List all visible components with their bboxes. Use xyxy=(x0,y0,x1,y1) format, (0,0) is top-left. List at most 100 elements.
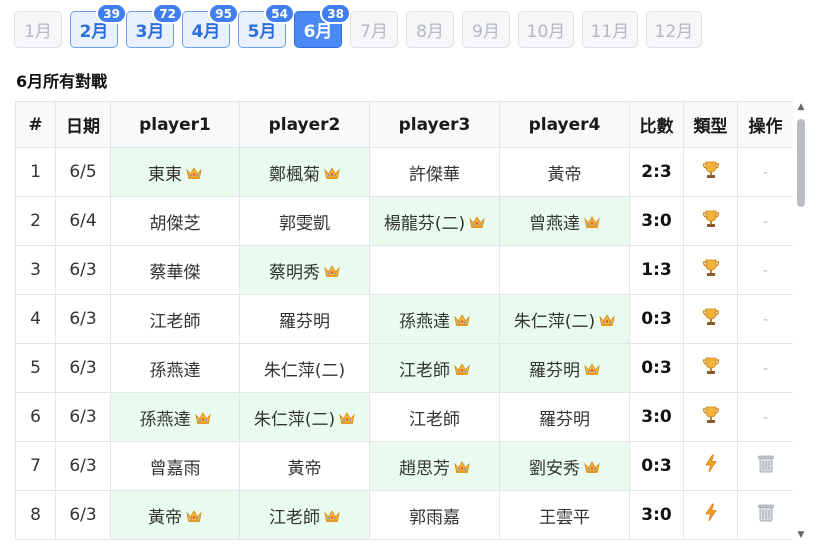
player-cell: 江老師 xyxy=(369,343,500,393)
player-cell: 東東 xyxy=(110,147,240,197)
crown-icon xyxy=(339,410,355,430)
month-tabs: 1月 2月 39 3月 72 4月 95 5月 54 6月 38 7月 8月 9月 10月 11月 12月 xyxy=(14,3,710,48)
player-cell: 郭雨嘉 xyxy=(369,490,500,540)
player-name: 胡傑芝 xyxy=(149,213,201,234)
month-count-badge: 54 xyxy=(264,3,295,24)
header-number: # xyxy=(15,101,56,148)
crown-icon xyxy=(584,214,600,234)
header-date: 日期 xyxy=(55,101,111,148)
month-tab-11: 11月 xyxy=(582,11,638,48)
match-date: 6/3 xyxy=(55,490,111,540)
month-tab-label: 10月 xyxy=(526,22,566,42)
table-row: 1 6/5 東東 鄭楓菊 許傑華 黃帝 2:3 - xyxy=(15,147,793,197)
match-type-cell xyxy=(683,196,738,246)
no-action-dash: - xyxy=(762,165,769,181)
trophy-icon xyxy=(702,259,720,282)
header-type: 類型 xyxy=(683,101,738,148)
matches-table-container: # 日期 player1 player2 player3 player4 比數 … xyxy=(15,101,793,557)
match-score: 0:3 xyxy=(629,294,684,344)
player-name: 朱仁萍(二) xyxy=(263,360,346,381)
scrollbar-thumb[interactable] xyxy=(797,119,805,207)
scroll-down-arrow-icon[interactable]: ▼ xyxy=(795,529,807,541)
action-cell xyxy=(737,441,793,491)
match-type-cell xyxy=(683,147,738,197)
month-count-badge: 95 xyxy=(208,3,239,24)
crown-icon xyxy=(324,165,340,185)
player-name: 曾嘉雨 xyxy=(149,458,201,479)
crown-icon xyxy=(186,508,202,528)
month-tab-label: 11月 xyxy=(590,22,630,42)
month-tab-10: 10月 xyxy=(518,11,574,48)
action-cell: - xyxy=(737,245,793,295)
action-cell xyxy=(737,490,793,540)
match-date: 6/5 xyxy=(55,147,111,197)
month-tab-label: 12月 xyxy=(654,22,694,42)
match-score: 2:3 xyxy=(629,147,684,197)
player-name: 蔡華傑 xyxy=(149,262,201,283)
scroll-up-arrow-icon[interactable]: ▲ xyxy=(795,101,807,113)
match-type-cell xyxy=(683,490,738,540)
player-cell: 羅芬明 xyxy=(499,343,630,393)
no-action-dash: - xyxy=(762,410,769,426)
player-name: 趙思芳 xyxy=(399,458,450,479)
player-cell: 黃帝 xyxy=(239,441,370,491)
month-tab-label: 7月 xyxy=(360,22,388,42)
match-score: 3:0 xyxy=(629,392,684,442)
month-tab-7: 7月 xyxy=(350,11,398,48)
month-tab-12: 12月 xyxy=(646,11,702,48)
player-name: 郭雨嘉 xyxy=(409,507,460,528)
player-name: 江老師 xyxy=(149,311,201,332)
header-player4: player4 xyxy=(499,101,630,148)
month-tab-3[interactable]: 3月 72 xyxy=(126,3,183,48)
month-count-badge: 72 xyxy=(152,3,183,24)
month-tab-6[interactable]: 6月 38 xyxy=(294,3,351,48)
no-action-dash: - xyxy=(762,214,769,230)
header-score: 比數 xyxy=(629,101,684,148)
table-row: 2 6/4 胡傑芝 郭雯凱 楊龍芬(二) 曾燕達 3:0 - xyxy=(15,196,793,246)
action-cell: - xyxy=(737,392,793,442)
player-cell: 蔡明秀 xyxy=(239,245,370,295)
player-name: 江老師 xyxy=(399,360,450,381)
month-tab-8: 8月 xyxy=(406,11,454,48)
action-cell: - xyxy=(737,343,793,393)
month-tab-label: 9月 xyxy=(472,22,500,42)
match-date: 6/3 xyxy=(55,343,111,393)
match-type-cell xyxy=(683,294,738,344)
month-count-badge: 39 xyxy=(96,3,127,24)
action-cell: - xyxy=(737,196,793,246)
player-cell: 郭雯凱 xyxy=(239,196,370,246)
month-tab-4[interactable]: 4月 95 xyxy=(182,3,239,48)
crown-icon xyxy=(324,263,340,283)
player-cell: 江老師 xyxy=(369,392,500,442)
player-cell: 孫燕達 xyxy=(369,294,500,344)
header-action: 操作 xyxy=(737,101,793,148)
month-tab-1: 1月 xyxy=(14,11,62,48)
trophy-icon xyxy=(702,357,720,380)
lightning-icon xyxy=(704,503,718,527)
player-name: 黃帝 xyxy=(287,458,322,479)
month-tab-label: 1月 xyxy=(24,22,52,42)
match-date: 6/3 xyxy=(55,441,111,491)
crown-icon xyxy=(454,312,470,332)
trash-icon[interactable] xyxy=(757,504,775,527)
section-title: 6月所有對戰 xyxy=(16,72,108,91)
player-name: 蔡明秀 xyxy=(269,262,320,283)
vertical-scrollbar[interactable]: ▲ ▼ xyxy=(795,101,807,541)
match-type-cell xyxy=(683,441,738,491)
table-row: 4 6/3 江老師 羅芬明 孫燕達 朱仁萍(二) 0:3 - xyxy=(15,294,793,344)
player-name: 孫燕達 xyxy=(149,360,201,381)
crown-icon xyxy=(454,361,470,381)
trash-icon[interactable] xyxy=(757,455,775,478)
month-tab-label: 8月 xyxy=(416,22,444,42)
player-cell: 江老師 xyxy=(239,490,370,540)
player-name: 鄭楓菊 xyxy=(269,164,320,185)
month-tab-2[interactable]: 2月 39 xyxy=(70,3,127,48)
month-tab-5[interactable]: 5月 54 xyxy=(238,3,295,48)
player-name: 羅芬明 xyxy=(529,360,580,381)
table-row: 6 6/3 孫燕達 朱仁萍(二) 江老師 羅芬明 3:0 - xyxy=(15,392,793,442)
player-cell: 朱仁萍(二) xyxy=(499,294,630,344)
crown-icon xyxy=(324,508,340,528)
player-cell: 劉安秀 xyxy=(499,441,630,491)
player-name: 王雲平 xyxy=(539,507,590,528)
player-cell: 江老師 xyxy=(110,294,240,344)
